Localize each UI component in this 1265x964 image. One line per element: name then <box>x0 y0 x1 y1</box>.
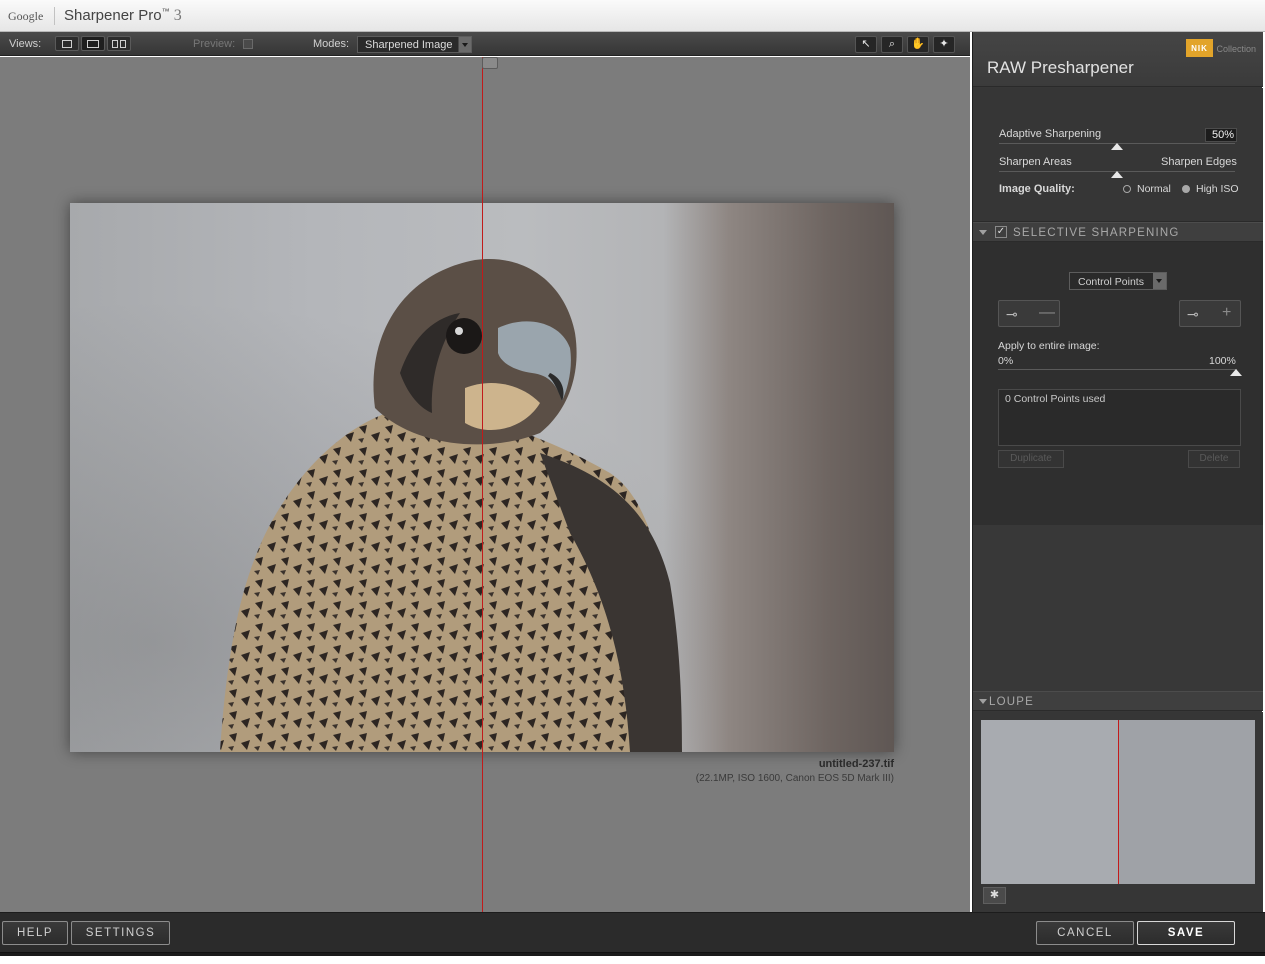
main-toolbar: Views: Preview: Modes: Sharpened Image ↖… <box>0 32 970 56</box>
preview-checkbox[interactable] <box>243 39 253 49</box>
help-button[interactable]: HELP <box>2 921 68 945</box>
modes-label: Modes: <box>313 38 350 50</box>
selective-sharpening-section: Control Points ⊸ — ⊸ + Apply to entire ima… <box>973 242 1263 525</box>
quality-high-iso-radio[interactable] <box>1182 185 1190 193</box>
apply-min-label: 0% <box>998 355 1014 367</box>
single-view-button[interactable] <box>55 36 79 51</box>
window-title-bar: Google Sharpener Pro™ 3 <box>0 0 1265 32</box>
loupe-sharpened-half <box>1118 720 1255 884</box>
nik-logo: NIK <box>1186 39 1213 57</box>
title-divider <box>54 7 55 25</box>
window-bottom-edge <box>0 952 1265 964</box>
chevron-down-icon <box>458 37 471 52</box>
side-pane-left-icon <box>112 40 118 48</box>
image-quality-label: Image Quality: <box>999 183 1075 195</box>
window-bottom-border <box>0 953 1265 956</box>
collapse-triangle-icon <box>979 230 987 235</box>
loupe-section: ✱ <box>973 712 1263 912</box>
vendor-label: Google <box>8 9 44 23</box>
apply-max-label: 100% <box>1209 355 1236 367</box>
delete-button[interactable]: Delete <box>1188 450 1240 468</box>
app-name: Sharpener Pro <box>64 7 162 24</box>
zoom-icon: ⌕ <box>888 38 896 50</box>
adaptive-sharpening-label: Adaptive Sharpening <box>999 128 1102 140</box>
hand-tool-button[interactable]: ✋ <box>907 36 929 53</box>
app-title: Sharpener Pro™ 3 <box>64 7 182 25</box>
falcon-eye <box>446 318 482 354</box>
control-point-pointer-icon: ⊸ <box>1187 306 1199 322</box>
adaptive-sharpening-value[interactable]: 50% <box>1205 128 1237 142</box>
control-point-pointer-icon: ⊸ <box>1006 306 1018 322</box>
plus-icon: + <box>1222 304 1232 321</box>
arrow-pointer-icon: ↖ <box>861 38 871 50</box>
loupe-original-half <box>981 720 1118 884</box>
control-point-icon: ✦ <box>939 38 949 50</box>
app-version: 3 <box>173 7 182 24</box>
add-control-point-button[interactable]: ⊸ + <box>1179 300 1241 327</box>
file-metadata-label: (22.1MP, ISO 1600, Canon EOS 5D Mark III… <box>695 773 894 784</box>
split-divider-handle[interactable] <box>482 57 498 69</box>
sharpen-edges-label: Sharpen Edges <box>1161 156 1237 168</box>
arrow-pointer-tool-button[interactable]: ↖ <box>855 36 877 53</box>
split-view-button[interactable] <box>81 36 105 51</box>
control-point-tool-button[interactable]: ✦ <box>933 36 955 53</box>
bottom-bar: HELP SETTINGS CANCEL SAVE <box>0 912 1265 952</box>
preview-label: Preview: <box>193 38 236 50</box>
panel-title: RAW Presharpener <box>987 58 1134 77</box>
remove-control-point-button[interactable]: ⊸ — <box>998 300 1060 327</box>
loupe-pin-button[interactable]: ✱ <box>983 887 1006 904</box>
quality-high-iso-label: High ISO <box>1196 183 1239 195</box>
quality-normal-radio[interactable] <box>1123 185 1131 193</box>
pin-icon: ✱ <box>989 889 1000 901</box>
loupe-header[interactable]: LOUPE <box>973 691 1263 711</box>
mode-select-value: Sharpened Image <box>365 39 453 51</box>
settings-button[interactable]: SETTINGS <box>71 921 170 945</box>
control-points-select-value: Control Points <box>1078 276 1144 288</box>
settings-panel: NIK Collection RAW Presharpener Adaptive… <box>972 32 1263 912</box>
selective-sharpening-header[interactable]: ✓ SELECTIVE SHARPENING <box>973 222 1263 242</box>
mode-select[interactable]: Sharpened Image <box>357 36 472 53</box>
control-points-list[interactable]: 0 Control Points used <box>998 389 1241 446</box>
chevron-down-icon <box>1153 273 1166 289</box>
views-label: Views: <box>9 38 42 50</box>
loupe-view[interactable] <box>981 720 1255 884</box>
collapse-triangle-icon <box>979 699 987 704</box>
adaptive-sharpening-thumb[interactable] <box>1111 143 1123 150</box>
areas-edges-thumb[interactable] <box>1111 171 1123 178</box>
single-pane-icon <box>62 40 72 48</box>
selective-sharpening-title: SELECTIVE SHARPENING <box>1013 227 1180 239</box>
loupe-split-line <box>1118 720 1119 884</box>
loupe-title: LOUPE <box>989 696 1034 708</box>
panel-empty-area <box>973 525 1263 691</box>
split-divider-line[interactable] <box>482 57 483 912</box>
panel-header: NIK Collection RAW Presharpener <box>973 32 1263 87</box>
sharpen-areas-label: Sharpen Areas <box>999 156 1072 168</box>
image-canvas[interactable]: untitled-237.tif (22.1MP, ISO 1600, Cano… <box>0 57 970 912</box>
apply-entire-image-thumb[interactable] <box>1230 369 1242 376</box>
hand-pan-icon: ✋ <box>911 38 925 50</box>
save-button[interactable]: SAVE <box>1137 921 1235 945</box>
quality-normal-label: Normal <box>1137 183 1171 195</box>
checkmark-icon[interactable]: ✓ <box>995 226 1007 238</box>
falcon-eye-highlight <box>455 327 463 335</box>
cancel-button[interactable]: CANCEL <box>1036 921 1134 945</box>
split-pane-icon <box>87 40 99 48</box>
nik-collection-label: Collection <box>1216 44 1256 54</box>
zoom-tool-button[interactable]: ⌕ <box>881 36 903 53</box>
control-points-select[interactable]: Control Points <box>1069 272 1167 290</box>
file-name-label: untitled-237.tif <box>818 758 894 770</box>
side-by-side-view-button[interactable] <box>107 36 131 51</box>
trademark-mark: ™ <box>161 7 170 16</box>
apply-entire-image-slider[interactable] <box>998 369 1237 370</box>
apply-entire-image-label: Apply to entire image: <box>998 340 1100 352</box>
raw-presharpener-controls: Adaptive Sharpening 50% Sharpen Areas Sh… <box>973 88 1263 222</box>
side-pane-right-icon <box>120 40 126 48</box>
duplicate-button[interactable]: Duplicate <box>998 450 1064 468</box>
minus-icon: — <box>1039 304 1055 321</box>
